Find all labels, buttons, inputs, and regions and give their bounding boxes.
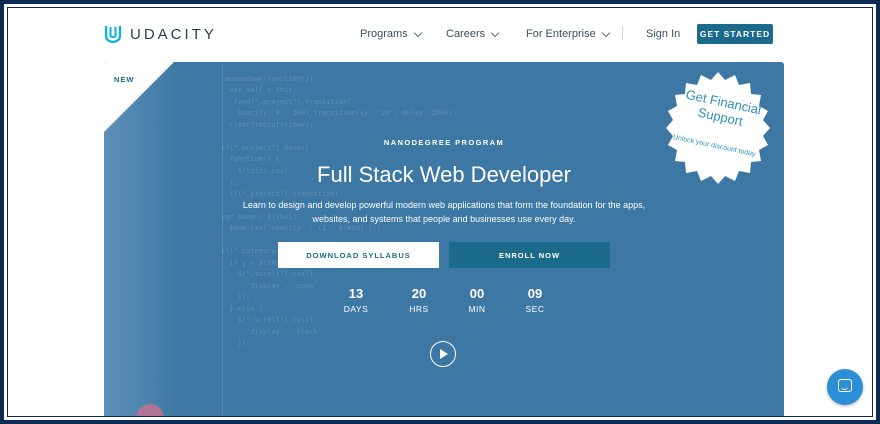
- new-ribbon: [104, 62, 174, 132]
- countdown-days-value: 13: [348, 286, 364, 301]
- chevron-down-icon: [490, 28, 500, 37]
- countdown-seconds-value: 09: [527, 286, 543, 301]
- new-label: NEW: [114, 75, 135, 84]
- countdown-seconds: 09 SEC: [515, 286, 555, 314]
- chevron-down-icon: [413, 28, 422, 37]
- countdown-hours-value: 20: [411, 286, 427, 301]
- countdown-minutes-value: 00: [469, 286, 485, 301]
- program-eyebrow: NANODEGREE PROGRAM: [383, 138, 505, 147]
- sign-in-link[interactable]: Sign In: [646, 28, 680, 40]
- nav-careers[interactable]: Careers: [446, 28, 500, 40]
- nav-divider: [622, 26, 623, 40]
- program-title: Full Stack Web Developer: [317, 162, 571, 187]
- countdown-seconds-unit: SEC: [525, 304, 545, 314]
- play-video-button[interactable]: [430, 341, 456, 367]
- countdown-minutes: 00 MIN: [457, 286, 497, 314]
- program-description: Learn to design and develop powerful mod…: [242, 200, 646, 224]
- chat-launcher-button[interactable]: [827, 369, 863, 405]
- nav-careers-label: Careers: [446, 28, 486, 40]
- play-icon: [440, 348, 448, 359]
- nav-for-enterprise-label: For Enterprise: [526, 28, 596, 40]
- udacity-logo-icon: [104, 26, 122, 44]
- page: UDACITY Programs Careers For Enterprise …: [7, 7, 873, 417]
- enroll-now-button[interactable]: ENROLL NOW: [449, 242, 610, 268]
- get-started-button[interactable]: GET STARTED: [697, 24, 773, 44]
- badge-title: Get Financial Support: [684, 86, 763, 129]
- nav-for-enterprise[interactable]: For Enterprise: [526, 28, 610, 40]
- nav-programs-label: Programs: [360, 28, 408, 40]
- logo-text: UDACITY: [130, 25, 217, 43]
- countdown-minutes-unit: MIN: [468, 304, 486, 314]
- nav-programs[interactable]: Programs: [360, 28, 422, 40]
- chevron-down-icon: [601, 28, 610, 37]
- chat-bubble-icon: [838, 379, 852, 392]
- download-syllabus-button[interactable]: DOWNLOAD SYLLABUS: [278, 242, 439, 268]
- logo[interactable]: UDACITY: [104, 24, 217, 44]
- hero-banner: .mousedown(function(){ var self = this; …: [104, 62, 784, 416]
- countdown-days-unit: DAYS: [343, 304, 369, 314]
- countdown-hours: 20 HRS: [399, 286, 439, 314]
- countdown-hours-unit: HRS: [409, 304, 429, 314]
- countdown-days: 13 DAYS: [336, 286, 376, 314]
